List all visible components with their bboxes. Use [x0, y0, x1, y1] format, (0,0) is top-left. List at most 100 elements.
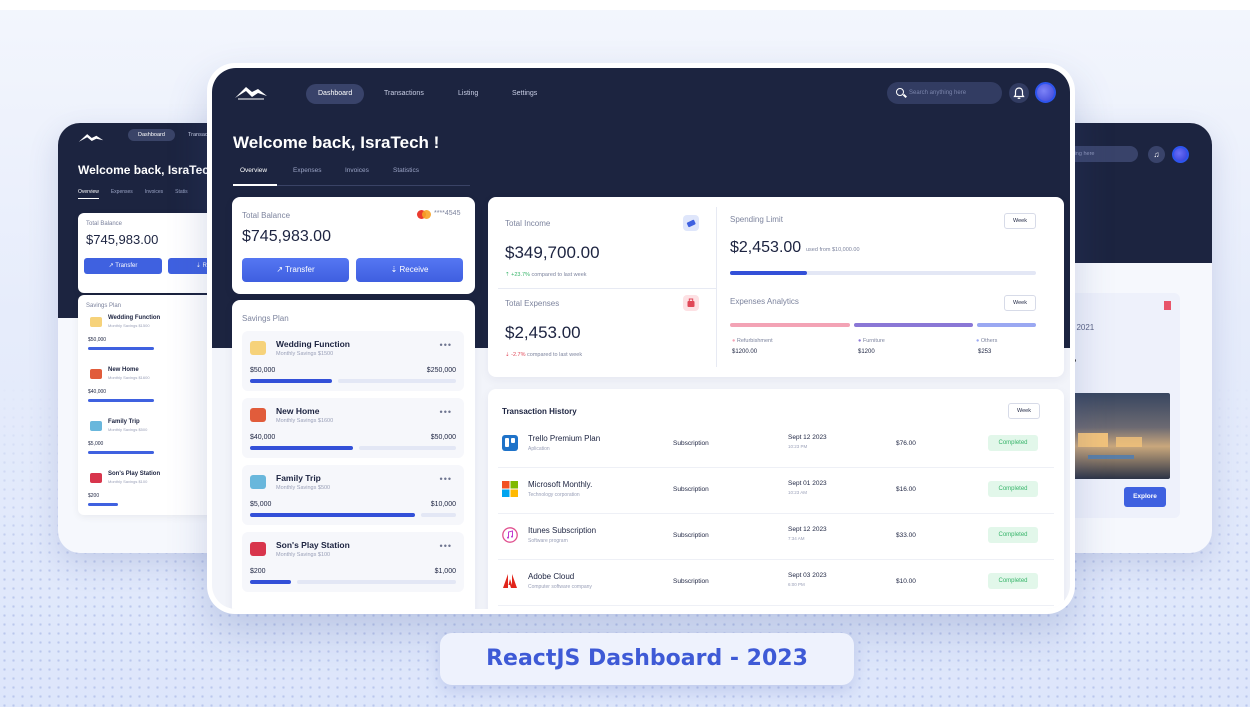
- bookmark-icon[interactable]: [1164, 301, 1171, 310]
- transactions-week-select[interactable]: Week: [1008, 403, 1040, 419]
- mini-savings-amount: $200: [88, 493, 100, 499]
- tab-statistics[interactable]: Statistics: [393, 167, 419, 174]
- mini-tab-invoices[interactable]: Invoices: [145, 189, 163, 199]
- tab-overview[interactable]: Overview: [240, 167, 267, 174]
- savings-item[interactable]: New Home Monthly Savings $1600 ••• $40,0…: [242, 398, 464, 458]
- property-date: , 2021: [1072, 323, 1095, 332]
- transaction-time: 10:23 PM: [788, 444, 808, 449]
- transaction-time: 7:34 AM: [788, 536, 805, 541]
- more-icon[interactable]: •••: [440, 541, 452, 551]
- page-title: Welcome back, IsraTech !: [233, 133, 440, 152]
- adobe-icon: [502, 573, 518, 589]
- transaction-name: Adobe Cloud: [528, 572, 575, 581]
- nav-listing[interactable]: Listing: [458, 84, 478, 104]
- income-change-text: compared to last week: [531, 272, 587, 278]
- transaction-date: Sept 12 2023: [788, 434, 827, 441]
- logo-icon: [78, 134, 104, 142]
- arrow-down-icon: ⇣: [505, 352, 510, 358]
- transaction-type: Subscription: [673, 578, 709, 585]
- user-avatar[interactable]: [1035, 82, 1056, 103]
- savings-item[interactable]: Wedding Function Monthly Savings $1500 •…: [242, 331, 464, 391]
- savings-sub: Monthly Savings $100: [276, 552, 331, 558]
- savings-sub: Monthly Savings $1500: [276, 351, 334, 357]
- tab-expenses[interactable]: Expenses: [293, 167, 322, 174]
- vertical-divider: [716, 207, 717, 367]
- mini-nav-dashboard[interactable]: Dashboard: [128, 129, 175, 141]
- spending-label: Spending Limit: [730, 215, 783, 224]
- nav-transactions[interactable]: Transactions: [384, 84, 424, 104]
- microsoft-icon: [502, 481, 518, 497]
- spending-progress-fill: [730, 271, 807, 275]
- table-row[interactable]: Itunes Subscription Software program Sub…: [498, 514, 1054, 560]
- mini-savings-name: New Home: [108, 367, 139, 373]
- table-row[interactable]: Microsoft Monthly. Technology corporatio…: [498, 468, 1054, 514]
- others-legend: ● Others: [976, 338, 998, 344]
- income-overview-card: Total Income $349,700.00 ⇡ +23.7% compar…: [488, 197, 1064, 377]
- transaction-date: Sept 03 2023: [788, 572, 827, 579]
- expenses-change-value: -2.7%: [511, 352, 526, 358]
- mini-bell-icon[interactable]: ♫: [1148, 146, 1165, 163]
- furniture-value: $1200: [858, 349, 875, 355]
- savings-sub: Monthly Savings $1600: [276, 418, 334, 424]
- mini-savings-amount: $50,000: [88, 337, 107, 343]
- transfer-button[interactable]: ↗ Transfer: [242, 258, 349, 282]
- savings-progress: [250, 446, 456, 450]
- savings-target: $1,000: [434, 568, 456, 575]
- nav-settings[interactable]: Settings: [512, 84, 537, 104]
- expenses-value: $2,453.00: [505, 323, 581, 342]
- spending-progress: [730, 271, 1036, 275]
- status-badge: Completed: [988, 573, 1038, 589]
- receive-button[interactable]: ⇣ Receive: [356, 258, 463, 282]
- mini-savings-sub: Monthly Savings $1600: [108, 375, 150, 380]
- furniture-legend: ● Furniture: [858, 338, 885, 344]
- savings-saved: $5,000: [250, 501, 272, 508]
- lit-window: [1078, 433, 1108, 447]
- income-label: Total Income: [505, 219, 551, 228]
- mini-transfer-button[interactable]: ↗ Transfer: [84, 258, 162, 274]
- mini-avatar[interactable]: [1172, 146, 1189, 163]
- savings-saved: $200: [250, 568, 266, 575]
- transfer-icon: ↗: [276, 265, 284, 274]
- receive-label: Receive: [399, 265, 429, 274]
- savings-sub: Monthly Savings $500: [276, 485, 331, 491]
- transfer-label: Transfer: [285, 265, 315, 274]
- bell-icon[interactable]: [1009, 83, 1029, 103]
- mini-tabs: Overview Expenses Invoices Statis: [78, 189, 188, 199]
- transaction-date: Sept 12 2023: [788, 526, 827, 533]
- search-input[interactable]: Search anything here: [887, 82, 1002, 104]
- mastercard-icon: [417, 210, 431, 219]
- savings-item[interactable]: Family Trip Monthly Savings $500 ••• $5,…: [242, 465, 464, 525]
- furniture-bar: [854, 323, 973, 327]
- mini-savings-progress: [88, 347, 154, 350]
- savings-name: Family Trip: [276, 473, 321, 483]
- more-icon[interactable]: •••: [440, 340, 452, 350]
- mini-savings-progress: [88, 503, 118, 506]
- analytics-label: Expenses Analytics: [730, 297, 799, 306]
- table-row[interactable]: Trello Premium Plan Aplication Subscript…: [498, 422, 1054, 468]
- trip-icon: [90, 421, 102, 431]
- footer-title: ReactJS Dashboard - 2023: [440, 633, 854, 685]
- transaction-name: Itunes Subscription: [528, 526, 597, 535]
- mini-tab-overview[interactable]: Overview: [78, 189, 99, 199]
- savings-name: New Home: [276, 406, 320, 416]
- analytics-week-select[interactable]: Week: [1004, 295, 1036, 311]
- table-row[interactable]: Adobe Cloud Computer software company Su…: [498, 560, 1054, 606]
- savings-target: $250,000: [426, 367, 456, 374]
- tab-invoices[interactable]: Invoices: [345, 167, 369, 174]
- explore-button[interactable]: Explore: [1124, 487, 1166, 507]
- more-icon[interactable]: •••: [440, 474, 452, 484]
- others-bar: [977, 323, 1036, 327]
- mini-savings-amount: $5,000: [88, 441, 104, 447]
- search-placeholder: Search anything here: [909, 90, 967, 96]
- property-card: , 2021 Explore: [1068, 293, 1180, 518]
- transactions-title: Transaction History: [502, 407, 577, 416]
- mini-tab-statistics[interactable]: Statis: [175, 189, 188, 199]
- savings-item[interactable]: Son's Play Station Monthly Savings $100 …: [242, 532, 464, 592]
- status-badge: Completed: [988, 527, 1038, 543]
- logo-icon[interactable]: [234, 83, 268, 101]
- more-icon[interactable]: •••: [440, 407, 452, 417]
- card-number: ****4545: [434, 210, 461, 217]
- spending-week-select[interactable]: Week: [1004, 213, 1036, 229]
- mini-tab-expenses[interactable]: Expenses: [111, 189, 133, 199]
- nav-dashboard[interactable]: Dashboard: [306, 84, 365, 104]
